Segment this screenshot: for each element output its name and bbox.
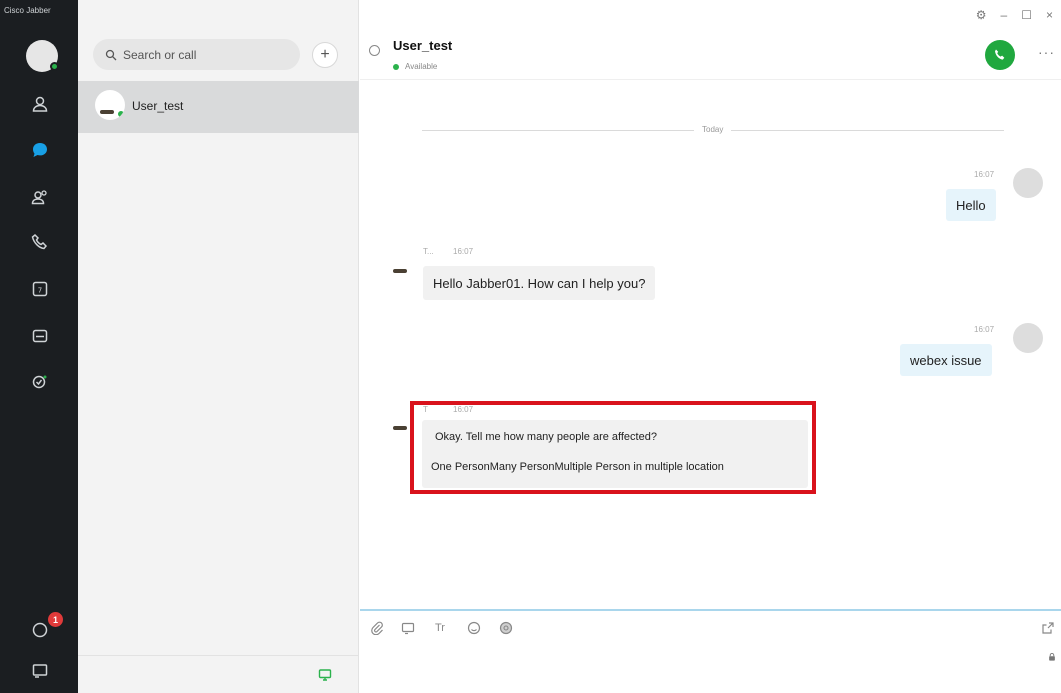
call-button[interactable] (985, 40, 1015, 70)
window-controls: ⚙ – ☐ × (976, 8, 1053, 22)
conversation-info-icon[interactable] (369, 45, 380, 56)
highlight-box (410, 401, 816, 494)
search-input[interactable] (123, 47, 283, 62)
minimize-icon[interactable]: – (1001, 8, 1008, 22)
contact-avatar (95, 90, 125, 120)
conversation-title: User_test (393, 38, 453, 53)
svg-text:7: 7 (38, 287, 42, 295)
presence-dot (393, 63, 399, 70)
message-bubble-outgoing: Hello (946, 189, 996, 221)
app-title: Cisco Jabber (4, 6, 51, 15)
contacts-icon[interactable] (29, 93, 51, 115)
my-avatar (1013, 323, 1043, 353)
contacts-footer (78, 655, 359, 693)
custom-tab-icon[interactable] (29, 371, 51, 393)
calendar-icon[interactable]: 7 (29, 278, 51, 300)
search-icon (105, 49, 117, 60)
contact-list-panel: + User_test (78, 0, 359, 693)
conversation-panel: ⚙ – ☐ × User_test Available ··· Today 16… (360, 0, 1061, 693)
message-sender: T... (423, 247, 434, 256)
close-icon[interactable]: × (1046, 8, 1053, 22)
message-time: 16:07 (974, 325, 995, 334)
chats-icon[interactable] (29, 139, 51, 161)
emoji-icon[interactable] (466, 620, 482, 636)
presence-dot (117, 110, 125, 118)
presence-status: Available (393, 62, 437, 71)
maximize-icon[interactable]: ☐ (1021, 8, 1032, 22)
day-label: Today (694, 125, 732, 134)
message-bubble-outgoing: webex issue (900, 344, 992, 376)
presence-label: Available (405, 62, 438, 71)
my-avatar[interactable] (26, 40, 59, 72)
voicemail-icon[interactable] (29, 325, 51, 347)
phone-icon (995, 49, 1005, 60)
mention-icon[interactable] (498, 620, 514, 636)
gear-icon[interactable]: ⚙ (976, 8, 987, 22)
my-avatar (1013, 168, 1043, 198)
monitor-icon[interactable] (318, 668, 332, 682)
popout-icon[interactable] (1040, 620, 1056, 636)
navigation-rail: Cisco Jabber 7 1 (0, 0, 78, 693)
agent-avatar (385, 247, 415, 277)
notification-badge: 1 (48, 612, 63, 627)
phone-icon[interactable] (29, 231, 51, 253)
meetings-icon[interactable] (29, 186, 51, 208)
screen-share-icon[interactable] (29, 660, 51, 682)
message-time: 16:07 (974, 170, 995, 179)
text-format-icon[interactable]: Tr (432, 620, 448, 636)
search-box[interactable] (93, 39, 300, 70)
presence-dot (50, 62, 59, 71)
add-contact-button[interactable]: + (312, 42, 338, 68)
lock-icon (1044, 649, 1060, 665)
message-time: 16:07 (453, 247, 474, 256)
message-bubble-incoming: Hello Jabber01. How can I help you? (423, 266, 656, 300)
screen-capture-icon[interactable] (400, 620, 416, 636)
message-composer[interactable]: Tr (360, 609, 1061, 693)
contact-list-item[interactable]: User_test (78, 81, 359, 133)
attachment-icon[interactable] (369, 620, 385, 636)
contact-name: User_test (132, 99, 184, 113)
more-options-button[interactable]: ··· (1038, 44, 1055, 60)
conversation-header: ⚙ – ☐ × User_test Available ··· (360, 0, 1061, 80)
